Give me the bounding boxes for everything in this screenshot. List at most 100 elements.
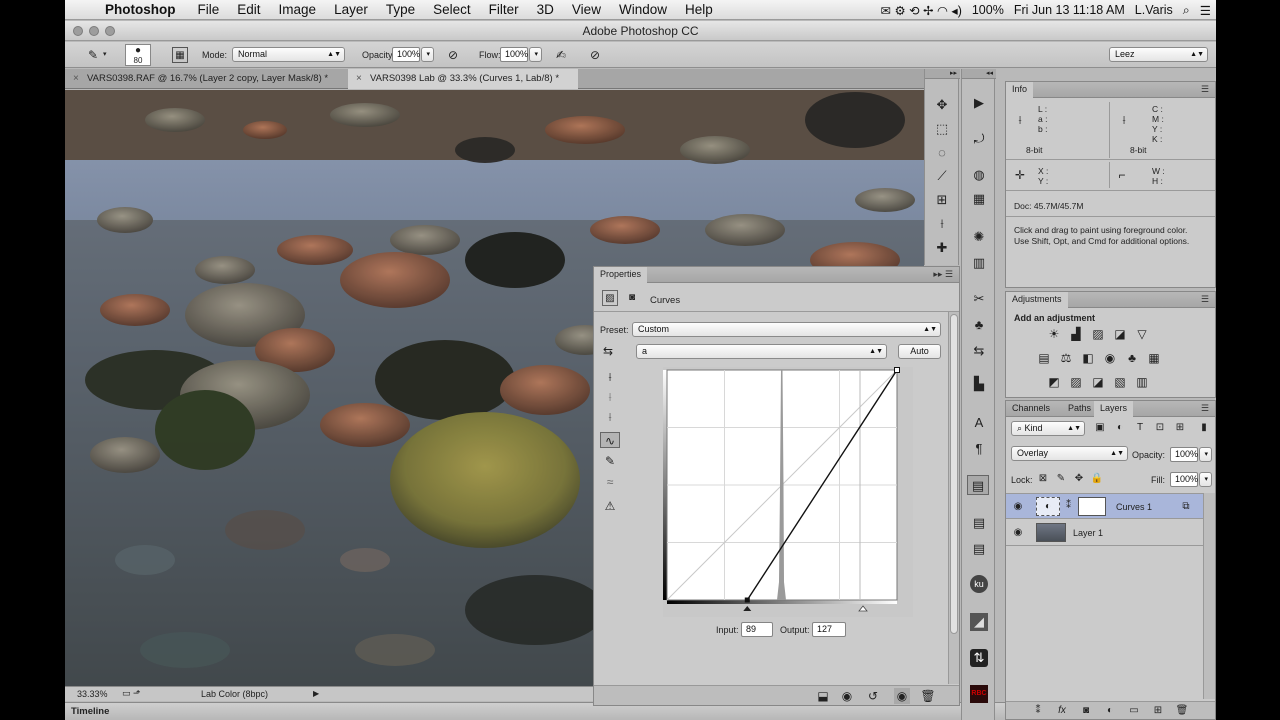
kuler-icon[interactable]: ku bbox=[970, 575, 988, 593]
swatches-icon[interactable]: ◍ bbox=[968, 165, 990, 185]
layer-opacity-dropdown[interactable]: ▾ bbox=[1199, 447, 1212, 462]
channel-dropdown[interactable]: a ▲▼ bbox=[636, 344, 887, 359]
delete-layer-icon[interactable]: 🗑 bbox=[1174, 703, 1190, 719]
tool-preset-arrow[interactable]: ▾ bbox=[103, 50, 107, 58]
curve-control-point[interactable] bbox=[894, 367, 900, 373]
preset-dropdown[interactable]: Custom ▲▼ bbox=[632, 322, 941, 337]
layer-name[interactable]: Layer 1 bbox=[1073, 528, 1103, 538]
black-white-icon[interactable]: ◧ bbox=[1080, 350, 1096, 366]
output-value-field[interactable]: 127 bbox=[812, 622, 846, 637]
panel-menu-icon[interactable]: ☰ bbox=[1201, 403, 1209, 414]
view-previous-icon[interactable]: ◉ bbox=[839, 688, 855, 704]
new-layer-icon[interactable]: ⊞ bbox=[1150, 703, 1166, 719]
panel-menu-icon[interactable]: ☰ bbox=[1201, 294, 1209, 305]
curves-icon[interactable]: ▨ bbox=[1090, 326, 1106, 342]
brightness-contrast-icon[interactable]: ☀ bbox=[1046, 326, 1062, 342]
brush-presets-icon[interactable]: ✺ bbox=[968, 227, 990, 247]
notes-icon[interactable]: ▤ bbox=[968, 513, 990, 533]
gray-point-eyedropper-icon[interactable]: ⟊ bbox=[602, 389, 618, 405]
close-window-button[interactable] bbox=[73, 26, 83, 36]
brush-preset-picker[interactable]: ● 80 bbox=[125, 44, 151, 66]
selective-color-icon[interactable]: ▧ bbox=[1112, 374, 1128, 390]
healing-tool-icon[interactable]: ✚ bbox=[931, 238, 953, 258]
clipping-warning-icon[interactable]: ⚠ bbox=[602, 498, 618, 514]
timeline-icon[interactable]: ⇅ bbox=[970, 649, 988, 667]
edit-points-icon[interactable]: ∿ bbox=[600, 432, 620, 448]
pressure-opacity-icon[interactable]: ⊘ bbox=[445, 47, 461, 63]
target-adjust-icon[interactable]: ⇆ bbox=[600, 343, 616, 359]
menu-app-name[interactable]: Photoshop bbox=[99, 2, 189, 17]
close-tab-icon[interactable]: × bbox=[356, 69, 362, 89]
zoom-level[interactable]: 33.33% bbox=[77, 689, 108, 699]
user-name[interactable]: L.Varis bbox=[1130, 3, 1178, 17]
levels-icon[interactable]: ▟ bbox=[1068, 326, 1084, 342]
actions-icon[interactable]: ▶ bbox=[968, 93, 990, 113]
layer-row-layer1[interactable]: ◉ Layer 1 bbox=[1006, 520, 1203, 546]
quick-select-tool-icon[interactable]: ⟋ bbox=[931, 166, 953, 186]
clock[interactable]: Fri Jun 13 11:18 AM bbox=[1009, 3, 1130, 17]
menu-layer[interactable]: Layer bbox=[325, 2, 377, 17]
lock-position-icon[interactable]: ✥ bbox=[1071, 471, 1087, 487]
notification-icon[interactable]: ☰ bbox=[1195, 3, 1216, 18]
fx-icon[interactable]: fx bbox=[1054, 703, 1070, 719]
styles-icon[interactable]: ⇆ bbox=[968, 341, 990, 361]
delete-adjustment-icon[interactable]: 🗑 bbox=[920, 688, 936, 704]
link-layers-icon[interactable]: ⁑ bbox=[1030, 703, 1046, 719]
black-point-eyedropper-icon[interactable]: ⟊ bbox=[602, 369, 618, 385]
layer-filter-dropdown[interactable]: ⌕ Kind ▲▼ bbox=[1011, 421, 1085, 436]
character-icon[interactable]: A bbox=[968, 413, 990, 433]
brush-panel-icon[interactable]: ▦ bbox=[172, 47, 188, 63]
tab-channels[interactable]: Channels bbox=[1006, 401, 1056, 417]
status-menu-arrow[interactable]: ▶ bbox=[313, 689, 319, 698]
layer-opacity-input[interactable]: 100% bbox=[1170, 447, 1198, 462]
history-icon[interactable]: ⤾ bbox=[968, 129, 990, 149]
hue-saturation-icon[interactable]: ▤ bbox=[1036, 350, 1052, 366]
minimize-window-button[interactable] bbox=[89, 26, 99, 36]
adjustment-thumbnail[interactable]: ◐ bbox=[1036, 497, 1060, 516]
gradient-map-icon[interactable]: ▥ bbox=[1134, 374, 1150, 390]
battery-level[interactable]: 100% bbox=[967, 3, 1009, 17]
layer-link-icon[interactable]: ⁑ bbox=[1066, 500, 1071, 511]
menu-help[interactable]: Help bbox=[676, 2, 722, 17]
draw-curve-icon[interactable]: ✎ bbox=[602, 453, 618, 469]
tab-properties[interactable]: Properties bbox=[594, 267, 648, 284]
menu-filter[interactable]: Filter bbox=[480, 2, 528, 17]
fill-dropdown[interactable]: ▾ bbox=[1199, 472, 1212, 487]
filter-adjustment-icon[interactable]: ◐ bbox=[1112, 420, 1128, 436]
exposure-icon[interactable]: ◪ bbox=[1112, 326, 1128, 342]
curve-control-point[interactable] bbox=[744, 597, 750, 603]
zoom-window-button[interactable] bbox=[105, 26, 115, 36]
layer-thumbnail[interactable] bbox=[1036, 523, 1066, 542]
fill-input[interactable]: 100% bbox=[1170, 472, 1198, 487]
workspace-dropdown[interactable]: Leez ▲▼ bbox=[1109, 47, 1208, 62]
blend-mode-dropdown[interactable]: Overlay ▲▼ bbox=[1011, 446, 1128, 461]
toggle-visibility-icon[interactable]: ◉ bbox=[894, 688, 910, 704]
color-lookup-icon[interactable]: ▦ bbox=[1146, 350, 1162, 366]
clone-source-icon[interactable]: ♣ bbox=[968, 315, 990, 335]
filter-smart-object-icon[interactable]: ⊞ bbox=[1172, 420, 1188, 436]
menu-select[interactable]: Select bbox=[424, 2, 480, 17]
pressure-size-icon[interactable]: ⊘ bbox=[587, 47, 603, 63]
opacity-input[interactable]: 100% bbox=[392, 47, 420, 62]
tools-collapse[interactable]: ▸▸ bbox=[925, 69, 960, 79]
status-icons[interactable]: ✉ ⚙ ⟲ ✢ ◠ ◂) bbox=[876, 3, 967, 18]
layer-mask-icon[interactable]: ◙ bbox=[624, 290, 640, 306]
spotlight-icon[interactable]: ⌕ bbox=[1178, 3, 1195, 18]
filter-pixel-icon[interactable]: ▣ bbox=[1092, 420, 1108, 436]
flow-input[interactable]: 100% bbox=[500, 47, 528, 62]
filter-shape-icon[interactable]: ⊡ bbox=[1152, 420, 1168, 436]
close-tab-icon[interactable]: × bbox=[73, 69, 79, 89]
panel-menu-icon[interactable]: ☰ bbox=[1201, 84, 1209, 95]
white-point-eyedropper-icon[interactable]: ⟊ bbox=[602, 409, 618, 425]
tab-info[interactable]: Info bbox=[1006, 82, 1034, 99]
marquee-tool-icon[interactable]: ⬚ bbox=[931, 119, 953, 139]
status-icons[interactable]: ▭ ⬏ bbox=[122, 688, 141, 699]
flow-dropdown[interactable]: ▾ bbox=[529, 47, 542, 62]
tab-layers[interactable]: Layers bbox=[1094, 401, 1134, 418]
menu-3d[interactable]: 3D bbox=[528, 2, 563, 17]
smooth-curve-icon[interactable]: ≈ bbox=[602, 474, 618, 490]
menu-file[interactable]: File bbox=[189, 2, 229, 17]
visibility-eye-icon[interactable]: ◉ bbox=[1010, 499, 1026, 515]
invert-icon[interactable]: ◩ bbox=[1046, 374, 1062, 390]
menu-view[interactable]: View bbox=[563, 2, 610, 17]
